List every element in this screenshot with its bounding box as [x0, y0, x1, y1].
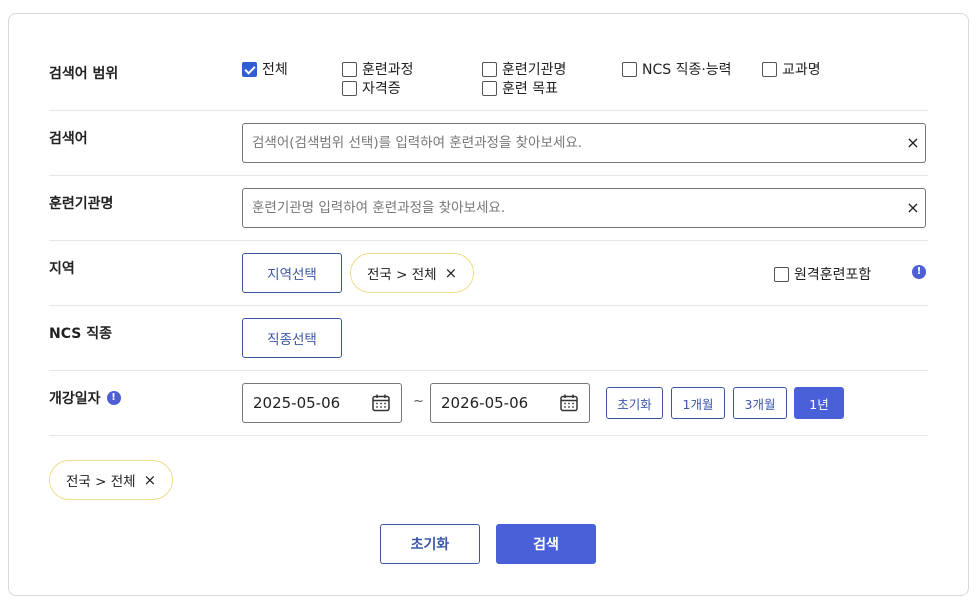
institution-label: 훈련기관명	[49, 196, 114, 212]
scope-option-label: 자격증	[362, 81, 401, 97]
info-icon[interactable]: !	[912, 265, 926, 279]
remote-training-label: 원격훈련포함	[794, 267, 872, 283]
checkbox[interactable]	[342, 61, 357, 77]
checkbox[interactable]	[342, 80, 357, 96]
end-date-value: 2026-05-06	[441, 394, 529, 412]
ncs-select-button[interactable]: 직종선택	[242, 318, 342, 358]
scope-option-course[interactable]: 훈련과정	[342, 59, 414, 79]
keyword-row: 검색어 ×	[49, 111, 928, 176]
close-icon[interactable]: ×	[144, 471, 157, 489]
scope-option-label: 교과명	[782, 62, 821, 78]
scope-label: 검색어 범위	[49, 66, 119, 82]
period-1month-button[interactable]: 1개월	[671, 387, 725, 419]
reset-button[interactable]: 초기화	[380, 524, 480, 564]
search-panel: 검색어 범위 전체 훈련과정 훈련기관명 NCS 직종·능력 교과명 자격증 훈…	[8, 13, 969, 596]
institution-row: 훈련기관명 ×	[49, 176, 928, 241]
region-select-button[interactable]: 지역선택	[242, 253, 342, 293]
scope-option-ncs[interactable]: NCS 직종·능력	[622, 59, 732, 79]
search-button[interactable]: 검색	[496, 524, 596, 564]
period-1year-button[interactable]: 1년	[794, 387, 844, 419]
calendar-icon[interactable]	[559, 393, 579, 413]
close-icon[interactable]: ×	[906, 200, 920, 216]
scope-option-label: 훈련기관명	[502, 62, 567, 78]
period-label: 개강일자 !	[49, 388, 121, 408]
scope-option-institution[interactable]: 훈련기관명	[482, 59, 566, 79]
period-row: 개강일자 ! 2025-05-06 ~ 2026-05-06 초기화 1개월 3…	[49, 371, 928, 436]
ncs-label: NCS 직종	[49, 326, 112, 342]
close-icon[interactable]: ×	[906, 135, 920, 151]
checkbox[interactable]	[482, 61, 497, 77]
start-date-input[interactable]: 2025-05-06	[242, 383, 402, 423]
scope-row: 검색어 범위 전체 훈련과정 훈련기관명 NCS 직종·능력 교과명 자격증 훈…	[49, 14, 928, 111]
remote-training-option[interactable]: 원격훈련포함	[774, 264, 871, 284]
keyword-input[interactable]	[242, 123, 926, 163]
keyword-label: 검색어	[49, 131, 88, 147]
close-icon[interactable]: ×	[445, 264, 458, 282]
start-date-value: 2025-05-06	[253, 394, 341, 412]
checkbox[interactable]	[242, 61, 257, 77]
region-label: 지역	[49, 261, 75, 277]
scope-option-all[interactable]: 전체	[242, 59, 288, 79]
scope-option-label: 훈련과정	[362, 62, 414, 78]
scope-option-certificate[interactable]: 자격증	[342, 78, 401, 98]
region-row: 지역 지역선택 전국 > 전체 × 원격훈련포함 !	[49, 241, 928, 306]
scope-option-label: 훈련 목표	[502, 81, 558, 97]
region-chip-label: 전국 > 전체	[367, 267, 437, 283]
scope-option-label: NCS 직종·능력	[642, 62, 732, 78]
period-reset-button[interactable]: 초기화	[606, 387, 663, 419]
period-label-text: 개강일자	[49, 391, 101, 407]
region-chip[interactable]: 전국 > 전체 ×	[350, 253, 475, 293]
date-separator: ~	[413, 394, 424, 409]
calendar-icon[interactable]	[371, 393, 391, 413]
selected-filter-chip[interactable]: 전국 > 전체 ×	[49, 460, 174, 500]
checkbox[interactable]	[622, 61, 637, 77]
ncs-row: NCS 직종 직종선택	[49, 306, 928, 371]
institution-input[interactable]	[242, 188, 926, 228]
checkbox[interactable]	[482, 80, 497, 96]
info-icon[interactable]: !	[106, 391, 121, 405]
checkbox[interactable]	[762, 61, 777, 77]
scope-option-subject[interactable]: 교과명	[762, 59, 821, 79]
checkbox[interactable]	[774, 266, 789, 282]
scope-option-label: 전체	[262, 62, 288, 78]
end-date-input[interactable]: 2026-05-06	[430, 383, 590, 423]
period-3month-button[interactable]: 3개월	[733, 387, 787, 419]
scope-option-goal[interactable]: 훈련 목표	[482, 78, 558, 98]
selected-filter-label: 전국 > 전체	[66, 474, 136, 490]
